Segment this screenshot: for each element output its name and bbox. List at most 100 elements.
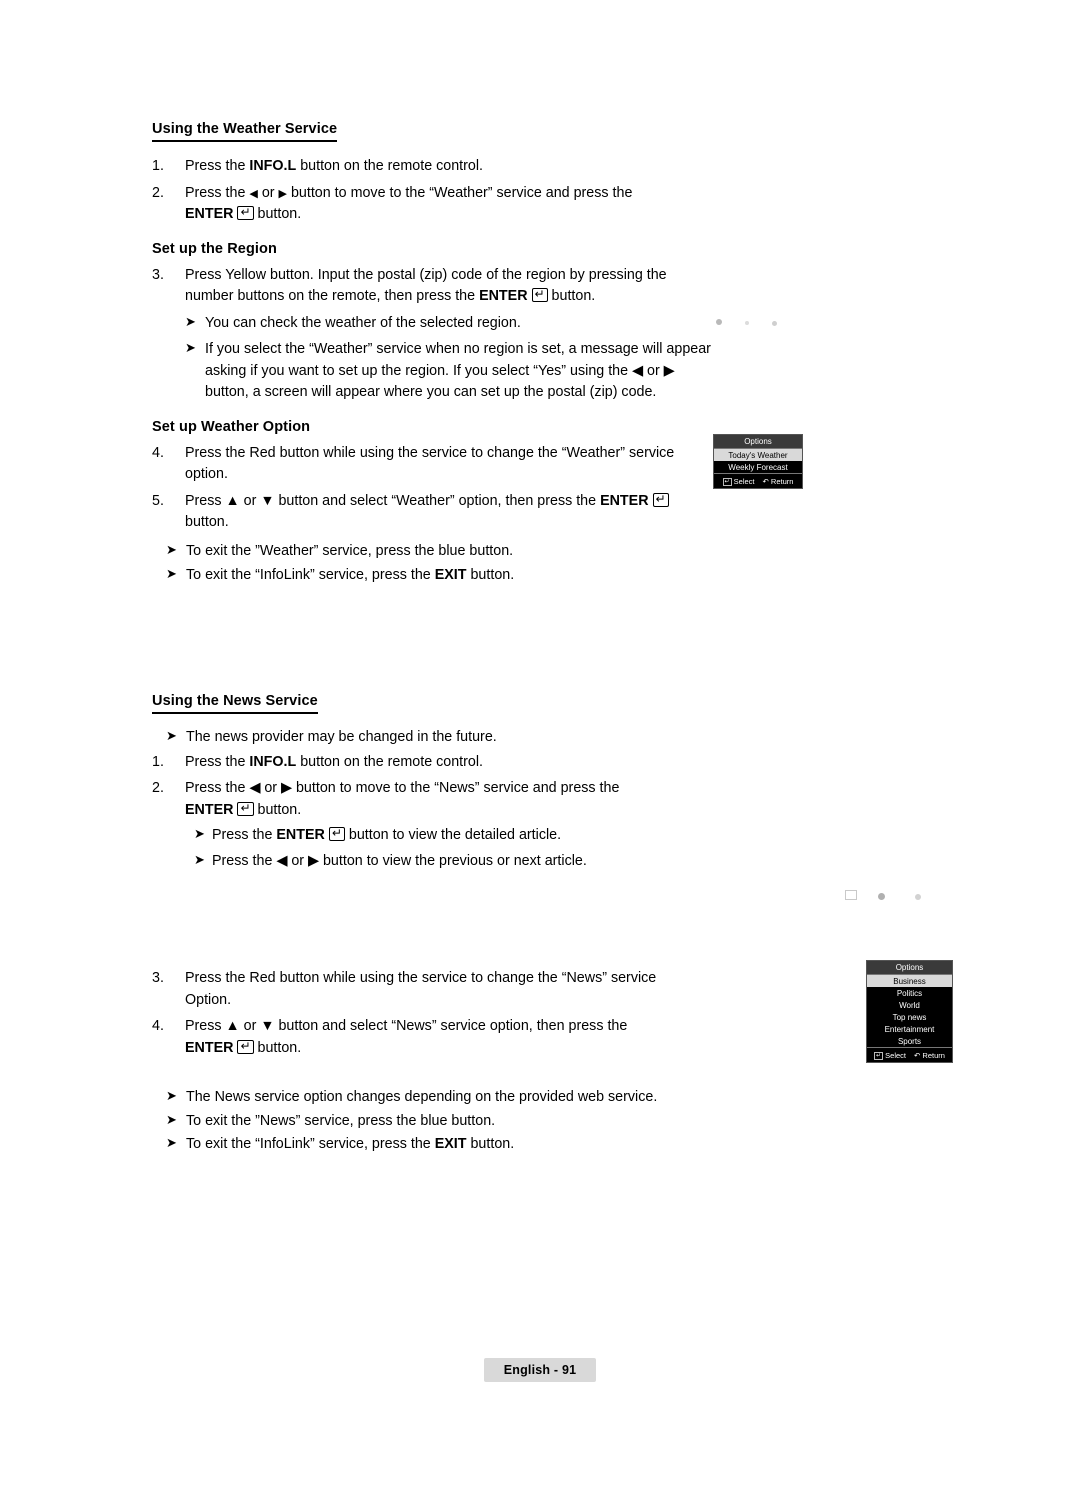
bullet-arrow-icon: ➤ — [166, 567, 177, 582]
enter-icon: ↵ — [237, 206, 254, 220]
weather-heading: Using the Weather Service — [152, 121, 338, 142]
page-footer: English - 91 — [484, 1358, 596, 1382]
weather-step-5: 5. Press ▲ or ▼ button and select “Weath… — [152, 491, 712, 534]
footer-select[interactable]: ↵ Select — [874, 1050, 906, 1061]
news-step-3: 3. Press the Red button while using the … — [152, 968, 712, 1011]
bullet-text: To exit the ”News” service, press the bl… — [186, 1112, 496, 1129]
weather-step-1: 1. Press the INFO.L button on the remote… — [152, 156, 712, 178]
return-arrow-icon: ↶ — [914, 1050, 921, 1060]
bullet-arrow-icon: ➤ — [166, 542, 177, 558]
ghost-dot — [878, 893, 885, 900]
enter-button-label: ENTER — [185, 206, 234, 222]
menu-item-business[interactable]: Business — [867, 975, 952, 987]
menu-item-todays-weather[interactable]: Today's Weather — [714, 449, 802, 461]
menu-item-world[interactable]: World — [867, 999, 952, 1011]
bullet-text: Press the ◀ or ▶ button to view the prev… — [212, 852, 587, 869]
enter-icon: ↵ — [874, 1051, 884, 1060]
news-section-continued: 3. Press the Red button while using the … — [152, 968, 712, 1156]
bullet-text: The News service option changes dependin… — [186, 1089, 658, 1105]
menu-item-weekly-forecast[interactable]: Weekly Forecast — [714, 461, 802, 473]
news-end-bullet-2: ➤ To exit the ”News” service, press the … — [166, 1111, 712, 1133]
bullet-arrow-icon: ➤ — [166, 1136, 177, 1151]
step-text: Press the ◀ or ▶ button to move to the “… — [185, 780, 620, 818]
info-button-label: INFO.L — [249, 753, 297, 770]
menu-item-top-news[interactable]: Top news — [867, 1011, 952, 1023]
news-heading: Using the News Service — [152, 693, 318, 714]
news-end-bullet-1: ➤ The News service option changes depend… — [166, 1087, 712, 1109]
news-options-menu[interactable]: Options Business Politics World Top news… — [866, 960, 953, 1063]
footer-select[interactable]: ↵ Select — [722, 476, 755, 487]
news-sub-bullet-2: ➤ Press the ◀ or ▶ button to view the pr… — [194, 851, 712, 873]
region-heading: Set up the Region — [152, 240, 277, 257]
enter-button-label: ENTER — [276, 827, 325, 843]
bullet-text: Press the ENTER ↵ button to view the det… — [212, 826, 562, 843]
bullet-text: To exit the “InfoLink” service, press th… — [186, 567, 515, 583]
step-number: 1. — [152, 753, 164, 770]
news-step-4: 4. Press ▲ or ▼ button and select “News”… — [152, 1016, 712, 1059]
weather-options-menu[interactable]: Options Today's Weather Weekly Forecast … — [713, 434, 803, 489]
bullet-arrow-icon: ➤ — [194, 827, 205, 842]
weather-exit-bullet-2: ➤ To exit the “InfoLink” service, press … — [166, 565, 712, 587]
manual-page: Using the Weather Service 1. Press the I… — [0, 0, 1080, 1488]
step-number: 2. — [152, 184, 164, 201]
step-text: Press the Red button while using the ser… — [185, 444, 675, 483]
exit-button-label-visible: EXIT — [434, 1136, 467, 1152]
news-step-2: 2. Press the ◀ or ▶ button to move to th… — [152, 778, 712, 821]
step-number: 5. — [152, 492, 164, 509]
step-number: 3. — [152, 970, 164, 986]
ghost-dot — [772, 321, 777, 326]
step-number: 3. — [152, 266, 164, 283]
bullet-text: To exit the ”Weather” service, press the… — [186, 542, 514, 559]
menu-item-sports[interactable]: Sports — [867, 1035, 952, 1047]
enter-icon: ↵ — [722, 477, 732, 486]
bullet-text: To exit the “InfoLink” service, press th… — [186, 1136, 515, 1152]
step-number: 4. — [152, 444, 164, 461]
bullet-arrow-icon: ➤ — [185, 341, 196, 356]
bullet-arrow-icon: ➤ — [166, 729, 177, 744]
enter-icon: ↵ — [531, 288, 548, 302]
footer-return[interactable]: ↶ Return — [763, 476, 794, 487]
menu-item-entertainment[interactable]: Entertainment — [867, 1023, 952, 1035]
step-text: Press the INFO.L button on the remote co… — [185, 753, 484, 770]
bullet-text: The news provider may be changed in the … — [186, 729, 497, 745]
news-intro-bullet: ➤ The news provider may be changed in th… — [166, 727, 712, 749]
weather-option-heading: Set up Weather Option — [152, 418, 311, 435]
weather-section: Using the Weather Service 1. Press the I… — [152, 120, 712, 587]
enter-button-label: ENTER — [185, 1039, 234, 1056]
menu-footer: ↵ Select ↶ Return — [867, 1047, 952, 1062]
weather-step-2: 2. Press the ◀ or ▶ button to move to th… — [152, 183, 712, 226]
enter-button-label: ENTER — [185, 801, 234, 818]
ghost-square — [845, 890, 857, 900]
footer-return[interactable]: ↶ Return — [914, 1050, 945, 1061]
step-text: Press ▲ or ▼ button and select “Weather”… — [185, 491, 712, 534]
ghost-dot — [716, 319, 722, 325]
step-text: Press Yellow button. Input the postal (z… — [185, 266, 667, 305]
enter-button-label: ENTER — [479, 288, 528, 304]
enter-icon: ↵ — [237, 1039, 254, 1054]
news-end-bullet-3: ➤ To exit the “InfoLink” service, press … — [166, 1134, 712, 1156]
step-text: Press the INFO.L button on the remote co… — [185, 158, 484, 174]
ghost-dot — [745, 321, 749, 325]
weather-step-3: 3. Press Yellow button. Input the postal… — [152, 265, 712, 308]
enter-button-label: ENTER — [600, 492, 649, 509]
weather-step-4: 4. Press the Red button while using the … — [152, 443, 712, 486]
bullet-arrow-icon: ➤ — [194, 852, 205, 868]
step-number: 2. — [152, 780, 164, 796]
weather-exit-bullet-1: ➤ To exit the ”Weather” service, press t… — [166, 541, 712, 563]
info-button-label: INFO.L — [249, 158, 297, 174]
bullet-text: If you select the “Weather” service when… — [205, 341, 711, 400]
bullet-arrow-icon: ➤ — [166, 1112, 177, 1128]
news-sub-bullet-1: ➤ Press the ENTER ↵ button to view the d… — [194, 825, 712, 847]
menu-item-politics[interactable]: Politics — [867, 987, 952, 999]
menu-title: Options — [714, 435, 802, 449]
ghost-dot — [915, 894, 921, 900]
menu-footer: ↵ Select ↶ Return — [714, 473, 802, 488]
exit-button-label: EXIT — [434, 567, 467, 583]
right-arrow-icon: ▶ — [278, 186, 287, 200]
news-step-1: 1. Press the INFO.L button on the remote… — [152, 752, 712, 774]
step-number: 4. — [152, 1018, 164, 1034]
left-arrow-icon: ◀ — [249, 186, 258, 200]
region-bullet-1: ➤ You can check the weather of the selec… — [185, 313, 712, 335]
return-arrow-icon: ↶ — [762, 476, 769, 486]
bullet-text: You can check the weather of the selecte… — [205, 314, 521, 331]
